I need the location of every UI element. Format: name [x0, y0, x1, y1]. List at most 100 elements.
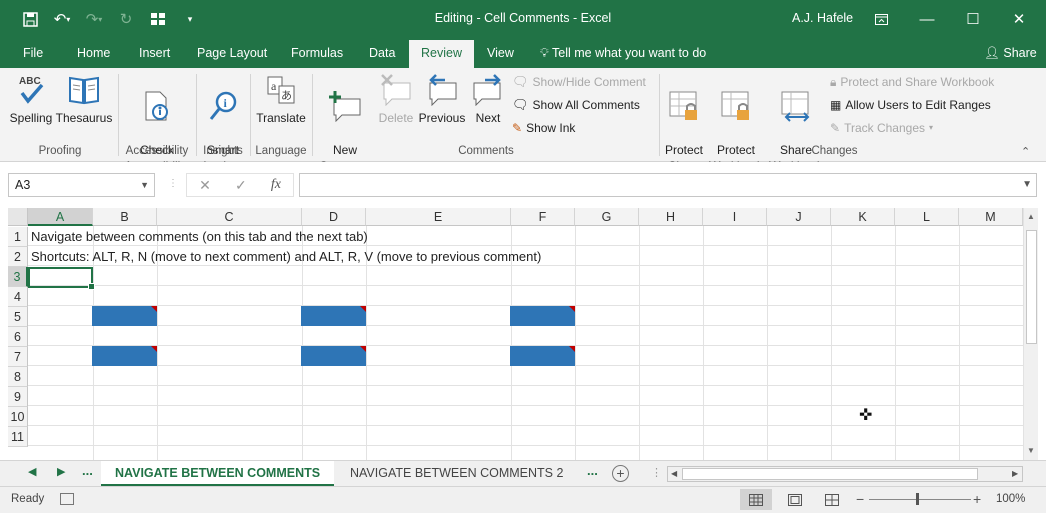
tab-page-layout[interactable]: Page Layout	[197, 38, 267, 68]
horizontal-scrollbar[interactable]: ◀ ▶	[667, 466, 1023, 482]
share-workbook-button[interactable]: Share Workbook	[767, 72, 825, 174]
user-name[interactable]: A.J. Hafele	[792, 11, 853, 25]
row-header-9[interactable]: 9	[8, 387, 28, 407]
cell-a1[interactable]: Navigate between comments (on this tab a…	[31, 227, 368, 247]
show-all-comments-button[interactable]: 🗨︎ Show All Comments	[512, 95, 640, 115]
column-header-b[interactable]: B	[93, 208, 157, 226]
smart-lookup-button[interactable]: i Smart Lookup	[200, 72, 246, 174]
worksheet-grid[interactable]: A B C D E F G H I J K L M 1 2 3 4 5 6 7 …	[8, 208, 1038, 460]
protect-workbook-button[interactable]: Protect Workbook	[706, 72, 766, 174]
row-header-10[interactable]: 10	[8, 407, 28, 427]
delete-comment-button[interactable]: Delete	[375, 72, 417, 126]
tab-data[interactable]: Data	[369, 38, 395, 68]
vertical-scroll-thumb[interactable]	[1026, 230, 1037, 344]
enter-icon[interactable]: ✓	[235, 177, 247, 194]
row-header-6[interactable]: 6	[8, 327, 28, 347]
collapse-ribbon-icon[interactable]: ⌃	[1021, 145, 1030, 158]
sheet-tab-navigate-between-comments-2[interactable]: NAVIGATE BETWEEN COMMENTS 2	[336, 461, 577, 486]
column-header-k[interactable]: K	[831, 208, 895, 226]
comment-cell-b7[interactable]	[92, 346, 157, 366]
next-comment-button[interactable]: Next	[468, 72, 508, 126]
column-header-m[interactable]: M	[959, 208, 1023, 226]
row-header-4[interactable]: 4	[8, 287, 28, 307]
zoom-out-icon[interactable]: −	[856, 491, 864, 507]
scroll-left-icon[interactable]: ◀	[671, 469, 677, 478]
ribbon-display-icon[interactable]	[858, 6, 904, 32]
more-sheets-left[interactable]: ...	[82, 463, 93, 478]
comment-cell-f5[interactable]	[510, 306, 575, 326]
close-button[interactable]: ✕	[996, 6, 1042, 32]
track-changes-button[interactable]: ✎ Track Changes ▾	[830, 118, 933, 138]
translate-button[interactable]: aあ Translate	[253, 72, 309, 126]
name-box[interactable]: A3 ▼	[8, 173, 155, 197]
tab-file[interactable]: File	[23, 38, 43, 68]
expand-formula-bar-icon[interactable]: ▼	[1022, 179, 1032, 190]
column-header-a[interactable]: A	[28, 208, 93, 226]
resize-handle-icon[interactable]: ⋮	[168, 178, 178, 189]
column-header-c[interactable]: C	[157, 208, 302, 226]
previous-comment-button[interactable]: Previous	[418, 72, 466, 126]
row-header-7[interactable]: 7	[8, 347, 28, 367]
active-cell-a3[interactable]	[28, 267, 95, 290]
insert-function-icon[interactable]: fx	[271, 177, 281, 193]
formula-input[interactable]: ▼	[299, 173, 1037, 197]
show-hide-comment-button[interactable]: 🗨︎ Show/Hide Comment	[512, 72, 646, 92]
comment-cell-d5[interactable]	[301, 306, 366, 326]
zoom-slider-track[interactable]	[869, 499, 971, 500]
column-header-d[interactable]: D	[302, 208, 366, 226]
chevron-down-icon[interactable]: ▼	[140, 174, 149, 196]
more-sheets-right[interactable]: ...	[587, 463, 598, 478]
show-ink-button[interactable]: ✎ Show Ink	[512, 118, 575, 138]
macro-recording-icon[interactable]	[60, 493, 74, 505]
column-header-g[interactable]: G	[575, 208, 639, 226]
page-layout-view-button[interactable]	[779, 489, 811, 510]
scroll-down-icon[interactable]: ▼	[1027, 446, 1035, 455]
add-sheet-icon[interactable]: +	[612, 465, 629, 482]
row-header-1[interactable]: 1	[8, 227, 28, 247]
check-accessibility-button[interactable]: Check Accessibility	[122, 72, 192, 174]
vertical-scrollbar[interactable]: ▲ ▼	[1023, 208, 1038, 460]
next-sheet-icon[interactable]: ▶	[57, 465, 65, 478]
cancel-icon[interactable]: ✕	[199, 177, 211, 194]
zoom-in-icon[interactable]: +	[973, 491, 981, 507]
scroll-up-icon[interactable]: ▲	[1027, 212, 1035, 221]
column-header-f[interactable]: F	[511, 208, 575, 226]
column-header-h[interactable]: H	[639, 208, 703, 226]
page-break-view-button[interactable]	[816, 489, 848, 510]
row-header-3[interactable]: 3	[8, 267, 28, 287]
thesaurus-button[interactable]: Thesaurus	[55, 72, 113, 126]
column-header-l[interactable]: L	[895, 208, 959, 226]
row-header-5[interactable]: 5	[8, 307, 28, 327]
column-header-i[interactable]: I	[703, 208, 767, 226]
comment-cell-b5[interactable]	[92, 306, 157, 326]
column-header-j[interactable]: J	[767, 208, 831, 226]
comment-cell-d7[interactable]	[301, 346, 366, 366]
tell-me-search[interactable]: 💡︎ Tell me what you want to do	[540, 38, 706, 68]
tab-view[interactable]: View	[487, 38, 514, 68]
spelling-button[interactable]: ABC Spelling	[8, 72, 54, 126]
sheet-tab-navigate-between-comments[interactable]: NAVIGATE BETWEEN COMMENTS	[101, 461, 335, 486]
select-all-corner[interactable]	[8, 208, 28, 226]
normal-view-button[interactable]	[740, 489, 772, 510]
horizontal-scroll-thumb[interactable]	[682, 468, 978, 480]
zoom-slider-thumb[interactable]	[916, 493, 919, 505]
scroll-right-icon[interactable]: ▶	[1012, 469, 1018, 478]
tab-formulas[interactable]: Formulas	[291, 38, 343, 68]
maximize-button[interactable]: ☐	[950, 6, 996, 32]
zoom-level[interactable]: 100%	[996, 493, 1025, 505]
new-comment-button[interactable]: New Comment	[316, 72, 374, 174]
tab-insert[interactable]: Insert	[139, 38, 170, 68]
row-header-8[interactable]: 8	[8, 367, 28, 387]
comment-cell-f7[interactable]	[510, 346, 575, 366]
row-header-11[interactable]: 11	[8, 427, 28, 447]
allow-users-edit-ranges-button[interactable]: ▦ Allow Users to Edit Ranges	[830, 95, 991, 115]
column-header-e[interactable]: E	[366, 208, 511, 226]
previous-sheet-icon[interactable]: ◀	[28, 465, 36, 478]
row-header-2[interactable]: 2	[8, 247, 28, 267]
cell-a2[interactable]: Shortcuts: ALT, R, N (move to next comme…	[31, 247, 541, 267]
split-handle-icon[interactable]: ⋮	[651, 466, 662, 479]
protect-sheet-button[interactable]: Protect Sheet	[662, 72, 706, 174]
minimize-button[interactable]: —	[904, 6, 950, 32]
protect-share-workbook-button[interactable]: 🔒︎ Protect and Share Workbook	[830, 72, 994, 92]
tab-review[interactable]: Review	[409, 40, 474, 68]
